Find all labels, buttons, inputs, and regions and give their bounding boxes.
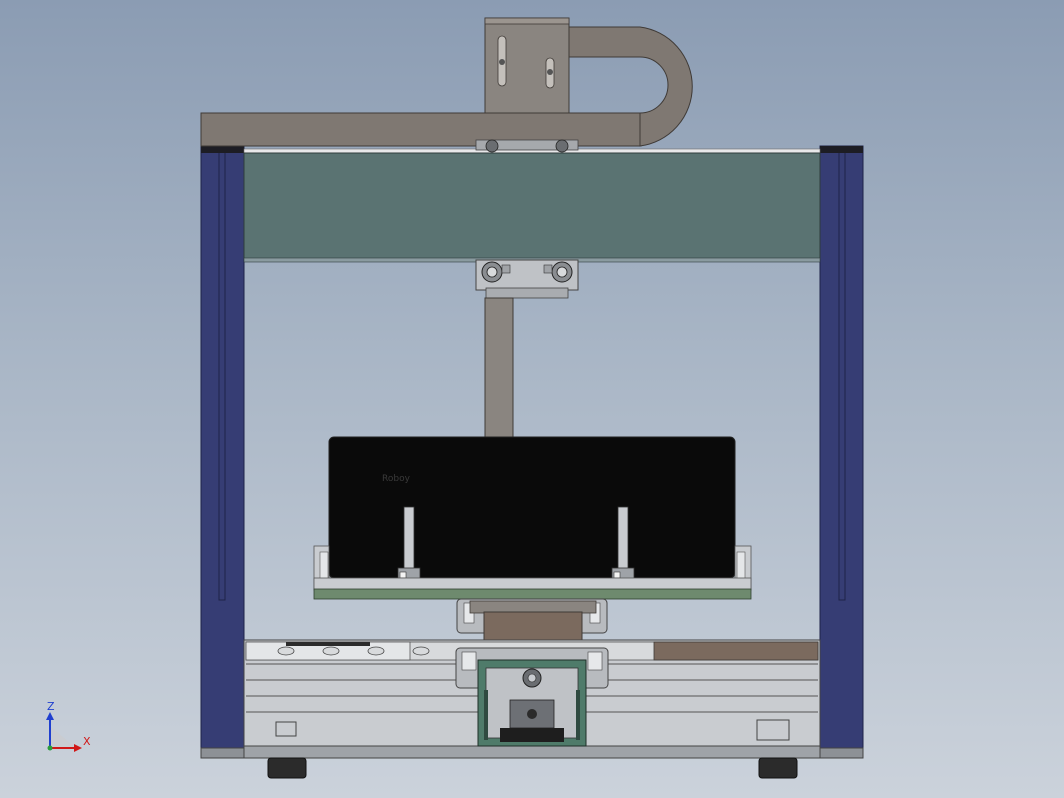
machine-drawing: Roboy Z X [46,17,864,779]
coordinate-triad: Z X [46,700,91,752]
gantry-beam [243,148,821,263]
left-frame-post [200,145,245,759]
y-axis-dot [47,745,53,751]
screen: Roboy [328,436,736,579]
screen-text: Roboy [382,474,411,484]
foot-left [267,757,307,779]
beam-carriage [475,259,579,299]
cad-viewport[interactable]: Roboy Z X [0,0,1064,798]
z-axis-arrow [46,712,54,720]
cable-chain [200,26,693,147]
x-axis-label: X [83,735,91,748]
motor-drive [455,647,609,747]
cable-bracket [484,17,570,114]
z-column [484,297,514,439]
x-axis-arrow [74,744,82,752]
right-frame-post [819,145,864,759]
z-axis-label: Z [47,700,55,713]
foot-right [758,757,798,779]
triad-plane [50,726,76,748]
upper-carriage [475,139,579,153]
